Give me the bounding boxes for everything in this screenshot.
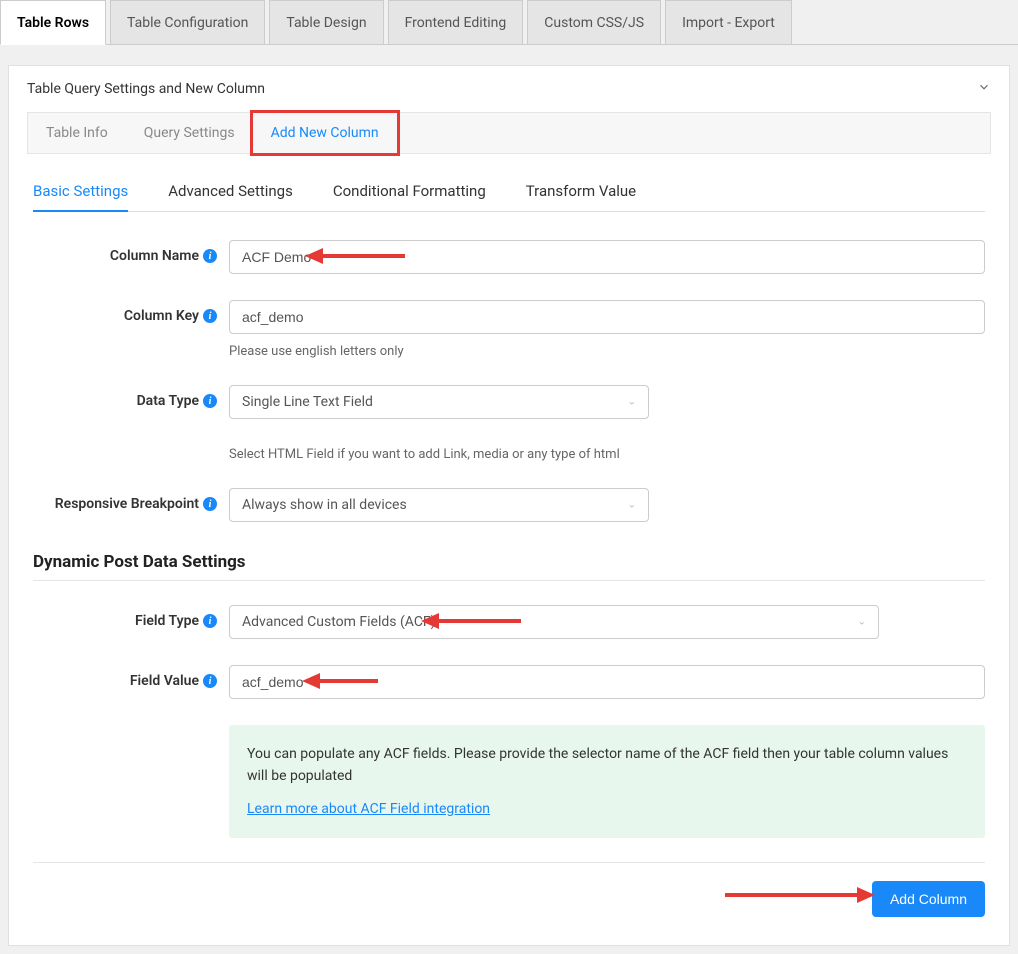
select-data-type[interactable]: Single Line Text Field ⌄ [229, 385, 649, 419]
main-panel: Table Query Settings and New Column Tabl… [8, 65, 1010, 946]
row-column-name: Column Name i [33, 240, 985, 274]
sub-tab-advanced-settings[interactable]: Advanced Settings [168, 182, 293, 211]
info-panel: You can populate any ACF fields. Please … [229, 725, 985, 838]
chevron-down-icon: ⌄ [628, 500, 636, 511]
label-field-value: Field Value i [33, 665, 229, 689]
info-icon[interactable]: i [203, 394, 217, 408]
info-link[interactable]: Learn more about ACF Field integration [247, 801, 490, 817]
collapse-icon[interactable] [977, 80, 991, 98]
tab-table-design[interactable]: Table Design [269, 0, 383, 44]
sub-tab-basic-settings[interactable]: Basic Settings [33, 182, 128, 212]
tab-frontend-editing[interactable]: Frontend Editing [388, 0, 524, 44]
top-tabs: Table Rows Table Configuration Table Des… [0, 0, 1018, 45]
sub-tabs: Basic Settings Advanced Settings Conditi… [33, 182, 985, 212]
info-icon[interactable]: i [203, 249, 217, 263]
label-data-type: Data Type i [33, 385, 229, 409]
input-column-name[interactable] [229, 240, 985, 274]
label-responsive: Responsive Breakpoint i [33, 488, 229, 512]
help-data-type: Select HTML Field if you want to add Lin… [229, 447, 985, 462]
select-responsive[interactable]: Always show in all devices ⌄ [229, 488, 649, 522]
add-column-button[interactable]: Add Column [872, 881, 985, 917]
row-column-key: Column Key i Please use english letters … [33, 300, 985, 359]
divider [33, 862, 985, 863]
inner-tab-table-info[interactable]: Table Info [28, 113, 126, 153]
help-column-key: Please use english letters only [229, 344, 985, 359]
info-text: You can populate any ACF fields. Please … [247, 743, 967, 788]
chevron-down-icon: ⌄ [858, 617, 866, 628]
tab-table-configuration[interactable]: Table Configuration [110, 0, 265, 44]
tab-custom-css-js[interactable]: Custom CSS/JS [527, 0, 661, 44]
info-icon[interactable]: i [203, 614, 217, 628]
row-responsive: Responsive Breakpoint i Always show in a… [33, 488, 985, 522]
tab-import-export[interactable]: Import - Export [665, 0, 792, 44]
divider [33, 580, 985, 581]
heading-dynamic: Dynamic Post Data Settings [33, 552, 985, 572]
row-field-type: Field Type i Advanced Custom Fields (ACF… [33, 605, 985, 639]
label-column-name: Column Name i [33, 240, 229, 264]
annotation-arrow [725, 881, 875, 909]
input-column-key[interactable] [229, 300, 985, 334]
row-field-value: Field Value i [33, 665, 985, 699]
inner-tab-add-new-column[interactable]: Add New Column [250, 110, 400, 156]
info-icon[interactable]: i [203, 674, 217, 688]
select-field-type[interactable]: Advanced Custom Fields (ACF) ⌄ [229, 605, 879, 639]
info-icon[interactable]: i [203, 497, 217, 511]
label-field-type: Field Type i [33, 605, 229, 629]
sub-tab-conditional-formatting[interactable]: Conditional Formatting [333, 182, 486, 211]
panel-header: Table Query Settings and New Column [9, 66, 1009, 112]
tab-table-rows[interactable]: Table Rows [0, 0, 106, 45]
panel-title: Table Query Settings and New Column [27, 81, 265, 97]
inner-tabs: Table Info Query Settings Add New Column [27, 112, 991, 154]
chevron-down-icon: ⌄ [628, 397, 636, 408]
footer-row: Add Column [33, 881, 985, 917]
label-column-key: Column Key i [33, 300, 229, 324]
input-field-value[interactable] [229, 665, 985, 699]
sub-tab-transform-value[interactable]: Transform Value [526, 182, 636, 211]
content-area: Basic Settings Advanced Settings Conditi… [9, 154, 1009, 945]
inner-tab-query-settings[interactable]: Query Settings [126, 113, 253, 153]
info-icon[interactable]: i [203, 309, 217, 323]
row-data-type: Data Type i Single Line Text Field ⌄ Sel… [33, 385, 985, 462]
